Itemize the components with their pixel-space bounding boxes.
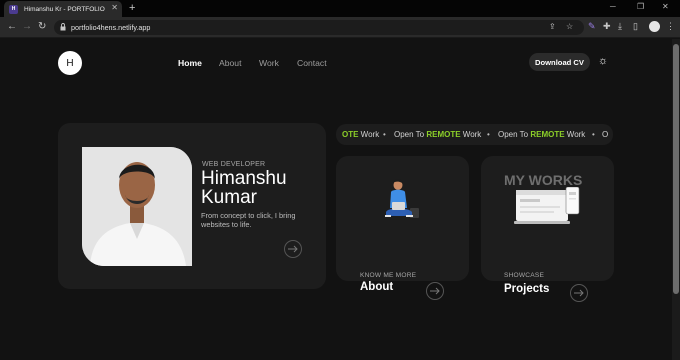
about-kicker: KNOW ME MORE [360,272,417,279]
close-window-icon[interactable]: ✕ [662,2,669,11]
bullet-dot: • [487,130,490,139]
new-tab-icon[interactable]: + [129,1,135,15]
browser-tab[interactable]: H Himanshu Kr - PORTFOLIO ✕ [4,1,122,17]
address-bar[interactable]: portfolio4hens.netlify.app ⇪ ☆ [54,20,584,35]
hero-name: Himanshu Kumar [201,168,287,208]
marquee-item: O [602,130,609,139]
side-panel-icon[interactable]: ▯ [633,21,638,32]
browser-toolbar: ← → ↻ portfolio4hens.netlify.app ⇪ ☆ ✎ ✚… [0,17,680,38]
hero-arrow-button[interactable] [284,240,302,258]
about-title: About [360,281,394,293]
role-label: WEB DEVELOPER [202,161,266,168]
minimize-window-icon[interactable]: ─ [610,2,616,11]
hero-tagline: From concept to click, I bring websites … [201,211,296,229]
marquee-item: Open To REMOTE Work [498,130,586,139]
maximize-window-icon[interactable]: ❐ [637,2,644,11]
download-icon[interactable]: ⤓ [618,21,622,32]
profile-avatar[interactable] [649,21,660,32]
works-heading: MY WORKS [504,172,583,188]
marquee-item: Open To REMOTE Work [394,130,482,139]
projects-devices-illustration [514,187,580,224]
favicon-icon: H [9,4,18,14]
site-logo[interactable]: H [58,51,82,75]
extensions-puzzle-icon[interactable]: ✚ [603,21,611,32]
open-to-work-marquee: OTE Work • Open To REMOTE Work • Open To… [336,124,613,145]
arrow-right-icon [288,245,298,253]
bookmark-star-icon[interactable]: ☆ [566,22,573,31]
download-cv-button[interactable]: Download CV [529,53,590,71]
tab-title: Himanshu Kr - PORTFOLIO [24,5,105,13]
works-title: Projects [504,283,550,295]
forward-icon[interactable]: → [22,21,32,33]
hero-card: WEB DEVELOPER Himanshu Kumar From concep… [58,123,326,289]
menu-kebab-icon[interactable]: ⋮ [666,21,675,32]
arrow-right-icon [430,287,440,295]
about-arrow-button[interactable] [426,282,444,300]
theme-toggle-sun-icon[interactable]: ☼ [598,55,608,67]
back-icon[interactable]: ← [7,21,17,33]
about-card[interactable]: KNOW ME MORE About [336,156,469,300]
portfolio-page: H Home About Work Contact Download CV ☼ … [0,39,672,360]
works-kicker: SHOWCASE [504,272,545,279]
about-illustration [385,179,419,218]
bullet-dot: • [592,130,595,139]
reload-icon[interactable]: ↻ [38,21,46,33]
close-tab-icon[interactable]: ✕ [111,3,118,12]
nav-home[interactable]: Home [178,58,202,68]
marquee-item: OTE Work [342,130,380,139]
browser-tab-bar: H Himanshu Kr - PORTFOLIO ✕ + ─ ❐ ✕ [0,0,680,17]
nav-contact[interactable]: Contact [297,58,327,68]
arrow-right-icon [574,289,584,297]
nav-about[interactable]: About [219,58,241,68]
nav-work[interactable]: Work [259,58,279,68]
page-scrollbar-thumb[interactable] [673,44,679,294]
share-icon[interactable]: ⇪ [549,22,556,31]
profile-photo [82,147,192,266]
lock-icon [60,23,66,31]
bullet-dot: • [383,130,386,139]
works-arrow-button[interactable] [570,284,588,302]
works-card[interactable]: MY WORKS SHOWCASE Projects [481,156,614,302]
extension-pen-icon[interactable]: ✎ [588,21,596,32]
url-text: portfolio4hens.netlify.app [71,23,151,32]
